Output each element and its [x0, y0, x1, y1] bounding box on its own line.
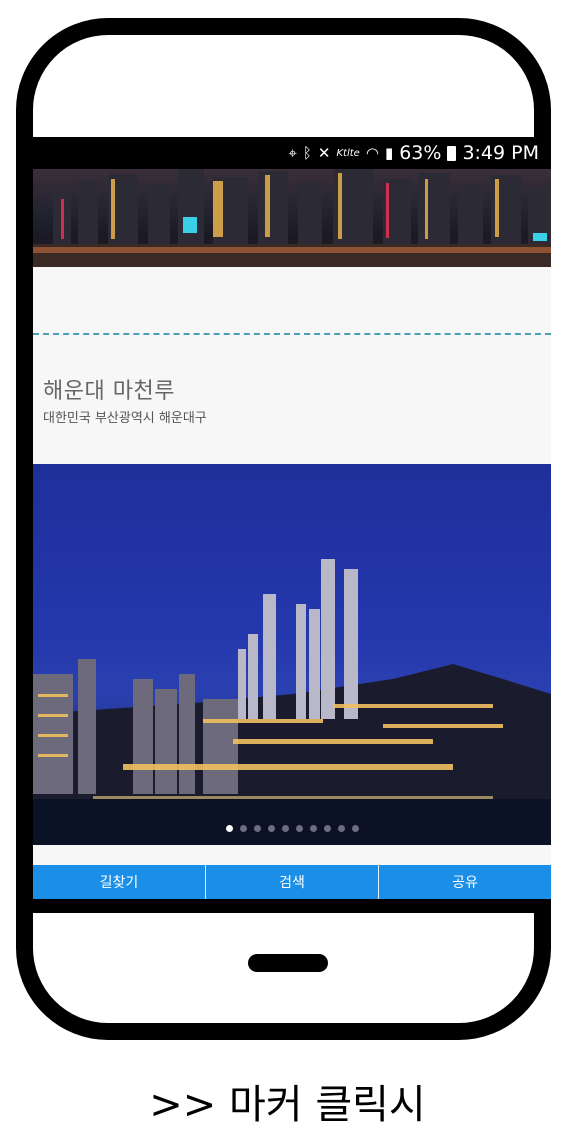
- place-name: 해운대 마천루: [43, 379, 175, 404]
- carousel-dot[interactable]: [323, 825, 331, 832]
- lte-indicator: Ktlte: [336, 147, 360, 159]
- carousel-dot[interactable]: [295, 825, 303, 832]
- action-button-bar: 길찾기 검색 공유: [33, 865, 551, 899]
- carousel-dot[interactable]: [239, 825, 247, 832]
- place-photo-carousel[interactable]: [33, 464, 551, 845]
- carousel-indicator: [33, 825, 551, 832]
- signal-icon: ▮: [384, 144, 394, 162]
- place-info-panel[interactable]: 해운대 마천루 대한민국 부산광역시 해운대구: [33, 267, 551, 463]
- mute-icon: ✕: [317, 144, 331, 162]
- clock: 3:49 PM: [462, 142, 539, 164]
- bluetooth-icon: ᛒ: [302, 144, 312, 162]
- carousel-dot[interactable]: [225, 825, 233, 832]
- battery-icon: [447, 145, 457, 161]
- directions-button[interactable]: 길찾기: [33, 865, 206, 899]
- phone-bezel-bar: [33, 899, 551, 913]
- battery-percent: 63%: [399, 142, 442, 164]
- carousel-dot[interactable]: [253, 825, 261, 832]
- carousel-dot[interactable]: [351, 825, 359, 832]
- wifi-icon: ◠: [365, 144, 379, 162]
- status-bar: ⌖ ᛒ ✕ Ktlte ◠ ▮ 63% 3:49 PM: [33, 137, 551, 169]
- carousel-dot[interactable]: [309, 825, 317, 832]
- location-icon: ⌖: [288, 144, 297, 162]
- carousel-dot[interactable]: [281, 825, 289, 832]
- share-button[interactable]: 공유: [379, 865, 551, 899]
- carousel-dot[interactable]: [337, 825, 345, 832]
- phone-screen: ⌖ ᛒ ✕ Ktlte ◠ ▮ 63% 3:49 PM 해운대 마천루 대한민국…: [33, 137, 551, 899]
- caption-text: >> 마커 클릭시: [149, 1082, 426, 1128]
- carousel-dot[interactable]: [267, 825, 275, 832]
- home-button[interactable]: [248, 954, 328, 972]
- place-address: 대한민국 부산광역시 해운대구: [43, 411, 207, 426]
- header-banner-image: [33, 169, 551, 267]
- search-button[interactable]: 검색: [206, 865, 379, 899]
- dashed-divider: [33, 333, 551, 335]
